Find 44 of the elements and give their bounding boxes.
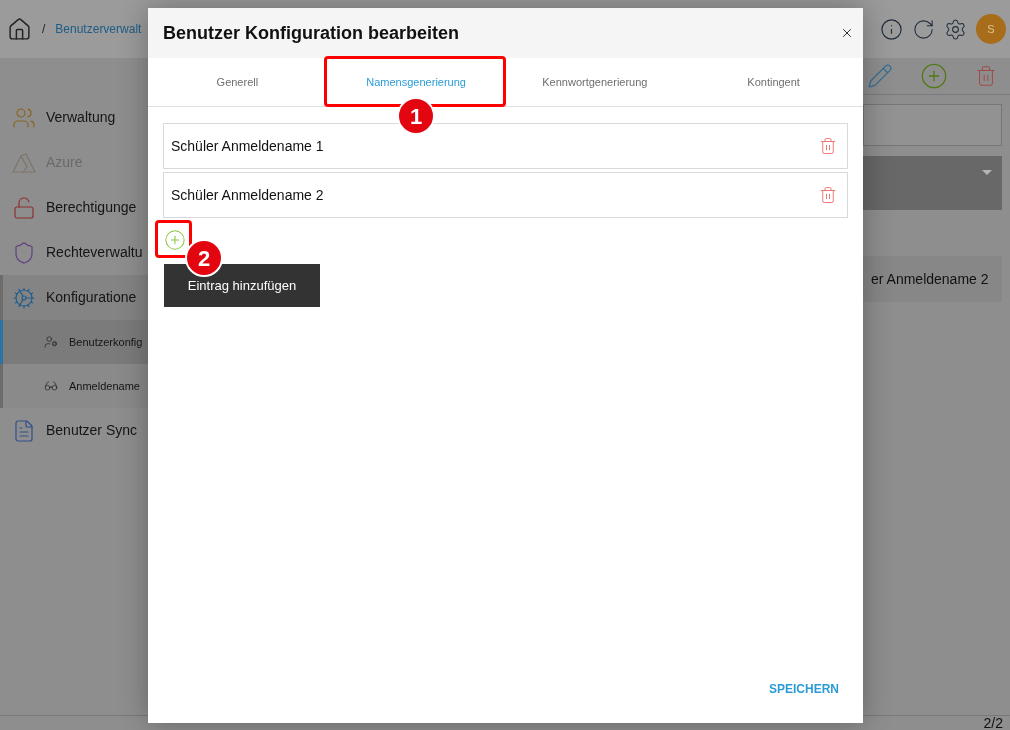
pencil-icon[interactable] — [867, 63, 893, 89]
sidebar-subitem[interactable]: Anmeldename — [0, 364, 148, 408]
delete-button[interactable] — [819, 184, 837, 206]
info-icon[interactable] — [880, 17, 903, 41]
sidebar-item[interactable]: Rechteverwaltu — [0, 230, 148, 275]
tab[interactable]: Kennwortgenerierung — [540, 69, 650, 95]
sidebar-item[interactable]: Verwaltung — [0, 95, 148, 140]
add-button[interactable] — [164, 229, 186, 251]
trash-icon — [819, 184, 837, 206]
refresh-icon[interactable] — [912, 17, 935, 41]
caret-icon — [982, 170, 992, 175]
trash-icon[interactable] — [975, 64, 997, 88]
glasses-icon — [44, 379, 58, 393]
dropdown-field[interactable] — [863, 156, 1002, 210]
tab[interactable]: Generell — [214, 69, 261, 95]
tab[interactable]: Kontingent — [745, 69, 802, 95]
sidebar-item[interactable]: Benutzer Sync — [0, 408, 148, 453]
list-row[interactable]: er Anmeldename 2 — [863, 256, 1002, 302]
close-icon — [840, 26, 854, 40]
add-icon — [164, 229, 186, 251]
save-button[interactable]: SPEICHERN — [769, 680, 839, 698]
breadcrumb-separator: / — [42, 21, 46, 38]
settings-icon[interactable] — [944, 17, 967, 41]
page-counter: 2/2 — [983, 716, 1003, 730]
dialog-title: Benutzer Konfiguration bearbeiten — [163, 21, 459, 45]
trash-icon — [819, 135, 837, 157]
triangle-icon — [12, 150, 36, 175]
sidebar-item[interactable]: Konfiguratione — [0, 275, 148, 320]
padlock-icon — [12, 195, 36, 220]
document-icon — [12, 418, 36, 443]
home-icon[interactable] — [7, 16, 32, 42]
input-field[interactable] — [863, 104, 1002, 146]
entry-label: Schüler Anmeldename 2 — [171, 185, 324, 205]
gear-icon — [12, 285, 36, 310]
sidebar-subitem[interactable]: Benutzerkonfig — [0, 320, 148, 364]
add-icon[interactable] — [920, 62, 948, 90]
shield-icon — [12, 240, 36, 265]
row-label: er Anmeldename 2 — [871, 269, 989, 289]
tab[interactable]: Namensgenerierung — [364, 69, 468, 95]
person-gear-icon — [44, 335, 58, 349]
sidebar-item[interactable]: Berechtigunge — [0, 185, 148, 230]
entry-label: Schüler Anmeldename 1 — [171, 136, 324, 156]
delete-button[interactable] — [819, 135, 837, 157]
people-icon — [12, 105, 36, 130]
